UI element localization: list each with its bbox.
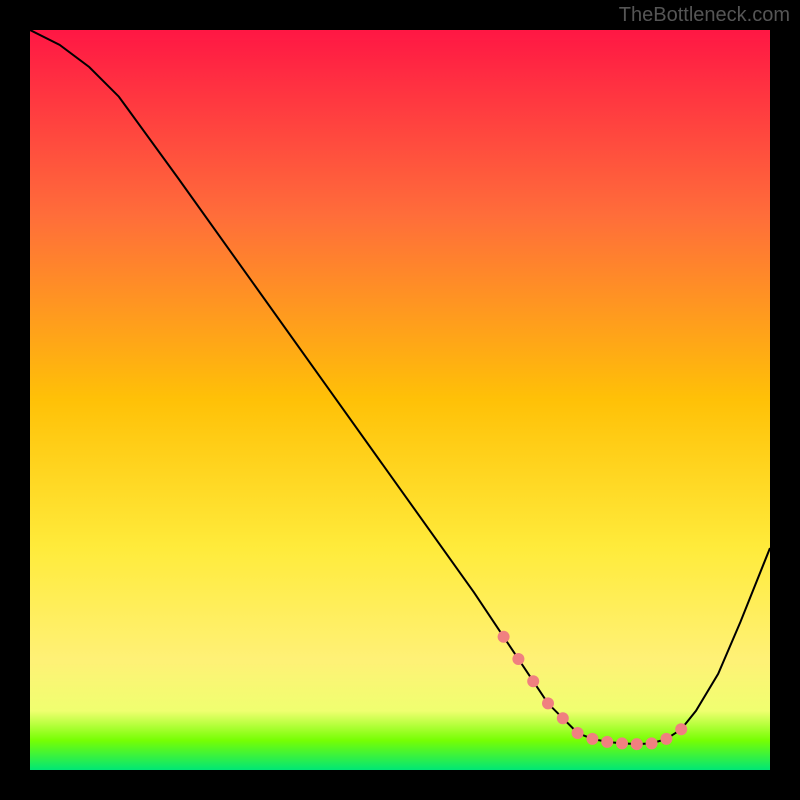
gradient-background [30,30,770,770]
optimal-marker [646,737,658,749]
optimal-marker [631,738,643,750]
optimal-marker [572,727,584,739]
optimal-marker [616,737,628,749]
optimal-marker [512,653,524,665]
optimal-marker [660,733,672,745]
optimal-marker [542,697,554,709]
optimal-marker [557,712,569,724]
plot-area [30,30,770,770]
optimal-marker [675,723,687,735]
optimal-marker [601,736,613,748]
chart-svg [30,30,770,770]
optimal-marker [586,733,598,745]
chart-container: TheBottleneck.com [0,0,800,800]
optimal-marker [498,631,510,643]
watermark-text: TheBottleneck.com [619,4,790,27]
optimal-marker [527,675,539,687]
